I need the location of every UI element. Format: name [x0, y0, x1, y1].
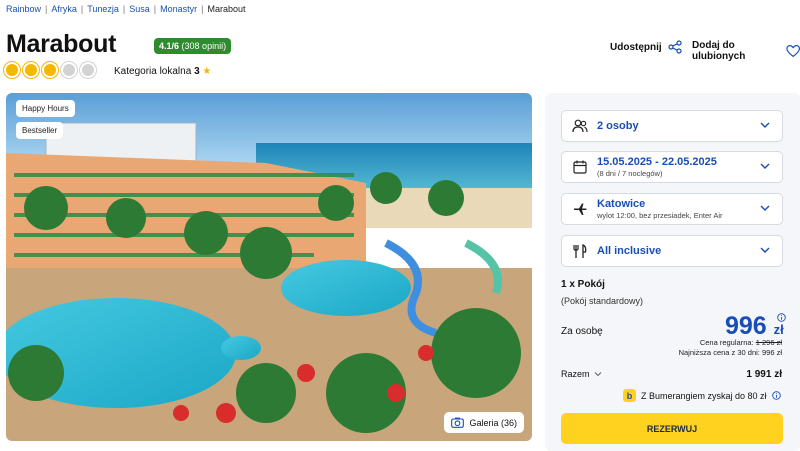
total-value: 1 991 zł: [746, 369, 782, 380]
sun-icon: [6, 64, 18, 76]
rating-score: 4.1/6: [159, 41, 180, 51]
calendar-icon: [572, 159, 588, 175]
sun-rating: [6, 64, 94, 76]
sun-icon: [44, 64, 56, 76]
board-value: All inclusive: [597, 245, 662, 257]
price-currency: zł: [773, 322, 784, 337]
guests-select[interactable]: 2 osoby: [561, 110, 783, 142]
total-toggle[interactable]: Razem: [561, 369, 602, 379]
per-person-label: Za osobę: [561, 326, 603, 337]
guests-value: 2 osoby: [597, 120, 639, 132]
sun-icon: [25, 64, 37, 76]
plane-icon: [572, 201, 588, 217]
dates-select[interactable]: 15.05.2025 - 22.05.2025 (8 dni / 7 nocle…: [561, 151, 783, 183]
regular-price: Cena regularna: 1 296 zł: [700, 338, 782, 347]
bumerang-icon: b: [623, 389, 636, 402]
tag-happy-hours: Happy Hours: [16, 100, 75, 117]
star-icon: ★: [202, 66, 212, 77]
breadcrumb-separator: |: [80, 4, 84, 14]
dates-subtext: (8 dni / 7 noclegów): [597, 169, 663, 178]
bumerang-info: b Z Bumerangiem zyskaj do 80 zł: [623, 389, 781, 402]
chevron-down-icon: [760, 122, 770, 128]
rating-badge[interactable]: 4.1/6 (308 opinii): [154, 38, 232, 54]
info-icon[interactable]: [777, 313, 786, 322]
departure-subtext: wylot 12:00, bez przesiadek, Enter Air: [597, 211, 723, 220]
favorite-button[interactable]: Dodaj do ulubionych: [692, 40, 800, 62]
price-amount: 996: [725, 312, 767, 340]
total-label: Razem: [561, 369, 590, 379]
info-icon[interactable]: [771, 391, 781, 400]
lowest-price-30d: Najniższa cena z 30 dni: 996 zł: [678, 348, 782, 357]
departure-value: Katowice: [597, 198, 646, 210]
breadcrumb: Rainbow | Afryka | Tunezja | Susa | Mona…: [6, 4, 246, 14]
hotel-photo-illustration: [6, 93, 532, 441]
breadcrumb-link-monastyr[interactable]: Monastyr: [160, 4, 197, 14]
gallery-button[interactable]: Galeria (36): [444, 412, 524, 433]
svg-text:b: b: [627, 391, 633, 401]
sun-icon: [82, 64, 94, 76]
price-value: 996 zł: [725, 312, 784, 341]
category-label: Kategoria lokalna: [114, 66, 192, 77]
dates-value: 15.05.2025 - 22.05.2025: [597, 156, 717, 168]
chevron-down-icon: [760, 205, 770, 211]
breadcrumb-link-afryka[interactable]: Afryka: [51, 4, 77, 14]
breadcrumb-separator: |: [153, 4, 157, 14]
room-type: (Pokój standardowy): [561, 296, 644, 306]
breadcrumb-separator: |: [122, 4, 126, 14]
gallery-label: Galeria (36): [469, 417, 517, 428]
booking-panel: 2 osoby 15.05.2025 - 22.05.2025 (8 dni /…: [545, 93, 800, 451]
hotel-title: Marabout: [6, 30, 117, 58]
hotel-photo[interactable]: Happy Hours Bestseller Galeria (36): [6, 93, 532, 441]
users-icon: [572, 118, 588, 134]
cutlery-icon: [572, 243, 588, 259]
chevron-down-icon: [760, 163, 770, 169]
tag-bestseller: Bestseller: [16, 122, 64, 139]
regular-price-value: 1 296 zł: [755, 338, 782, 347]
breadcrumb-link-susa[interactable]: Susa: [129, 4, 150, 14]
book-button[interactable]: REZERWUJ: [561, 413, 783, 444]
category-value: 3: [194, 66, 200, 77]
share-label: Udostępnij: [610, 41, 662, 53]
share-button[interactable]: Udostępnij: [610, 40, 682, 54]
camera-icon: [451, 417, 465, 428]
chevron-down-icon: [760, 247, 770, 253]
sun-icon: [63, 64, 75, 76]
room-title: 1 x Pokój: [561, 279, 605, 290]
heart-icon: [785, 45, 800, 58]
breadcrumb-current: Marabout: [207, 4, 246, 14]
chevron-down-icon: [594, 372, 601, 377]
board-select[interactable]: All inclusive: [561, 235, 783, 267]
regular-price-label: Cena regularna:: [699, 338, 754, 347]
departure-select[interactable]: Katowice wylot 12:00, bez przesiadek, En…: [561, 193, 783, 225]
share-icon: [668, 40, 682, 54]
bumerang-text: Z Bumerangiem zyskaj do 80 zł: [641, 390, 767, 401]
breadcrumb-separator: |: [201, 4, 204, 14]
breadcrumb-link-tunezja[interactable]: Tunezja: [87, 4, 119, 14]
rating-reviews: (308 opinii): [181, 41, 227, 51]
breadcrumb-link-rainbow[interactable]: Rainbow: [6, 4, 41, 14]
breadcrumb-separator: |: [45, 4, 48, 14]
local-category: Kategoria lokalna 3 ★: [114, 66, 211, 77]
favorite-label: Dodaj do ulubionych: [692, 40, 746, 62]
